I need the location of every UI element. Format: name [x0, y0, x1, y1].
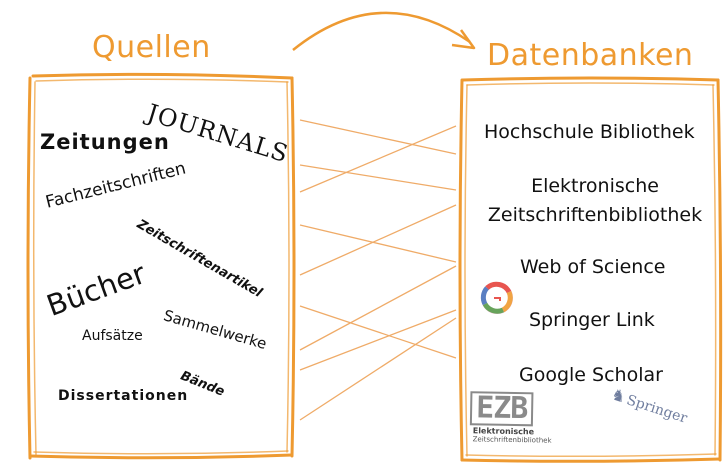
ezb-logo-line2: Zeitschriftenbibliothek [472, 435, 552, 445]
connector-line [299, 125, 457, 193]
source-zeitungen: Zeitungen [40, 130, 170, 154]
database-springer-link: Springer Link [529, 309, 655, 331]
source-aufsaetze: Aufsätze [82, 328, 143, 344]
databases-heading: Datenbanken [487, 38, 694, 73]
database-ezb-line2: Zeitschriftenbibliothek [487, 204, 703, 226]
connector-line [299, 119, 457, 155]
connector-line [299, 265, 457, 351]
source-dissertationen: Dissertationen [58, 388, 189, 404]
connector-line [299, 309, 457, 371]
flow-arrow [292, 11, 476, 51]
database-google-scholar: Google Scholar [519, 364, 663, 386]
database-ezb-line1: Elektronische [531, 175, 659, 197]
database-web-of-science: Web of Science [520, 256, 666, 278]
sources-heading: Quellen [92, 30, 211, 65]
database-hochschule-bibliothek: Hochschule Bibliothek [484, 121, 695, 143]
connector-line [299, 317, 457, 421]
connector-line [299, 305, 457, 359]
ezb-logo-word: EZB [469, 390, 534, 427]
web-of-science-logo [480, 281, 513, 314]
connector-line [299, 224, 457, 263]
ezb-logo: EZB Elektronische Zeitschriftenbibliothe… [469, 390, 559, 445]
connector-line [299, 204, 457, 276]
connector-line [299, 164, 457, 191]
database-ezb: Elektronische Zeitschriftenbibliothek [480, 172, 710, 230]
connector-lines [299, 119, 457, 421]
